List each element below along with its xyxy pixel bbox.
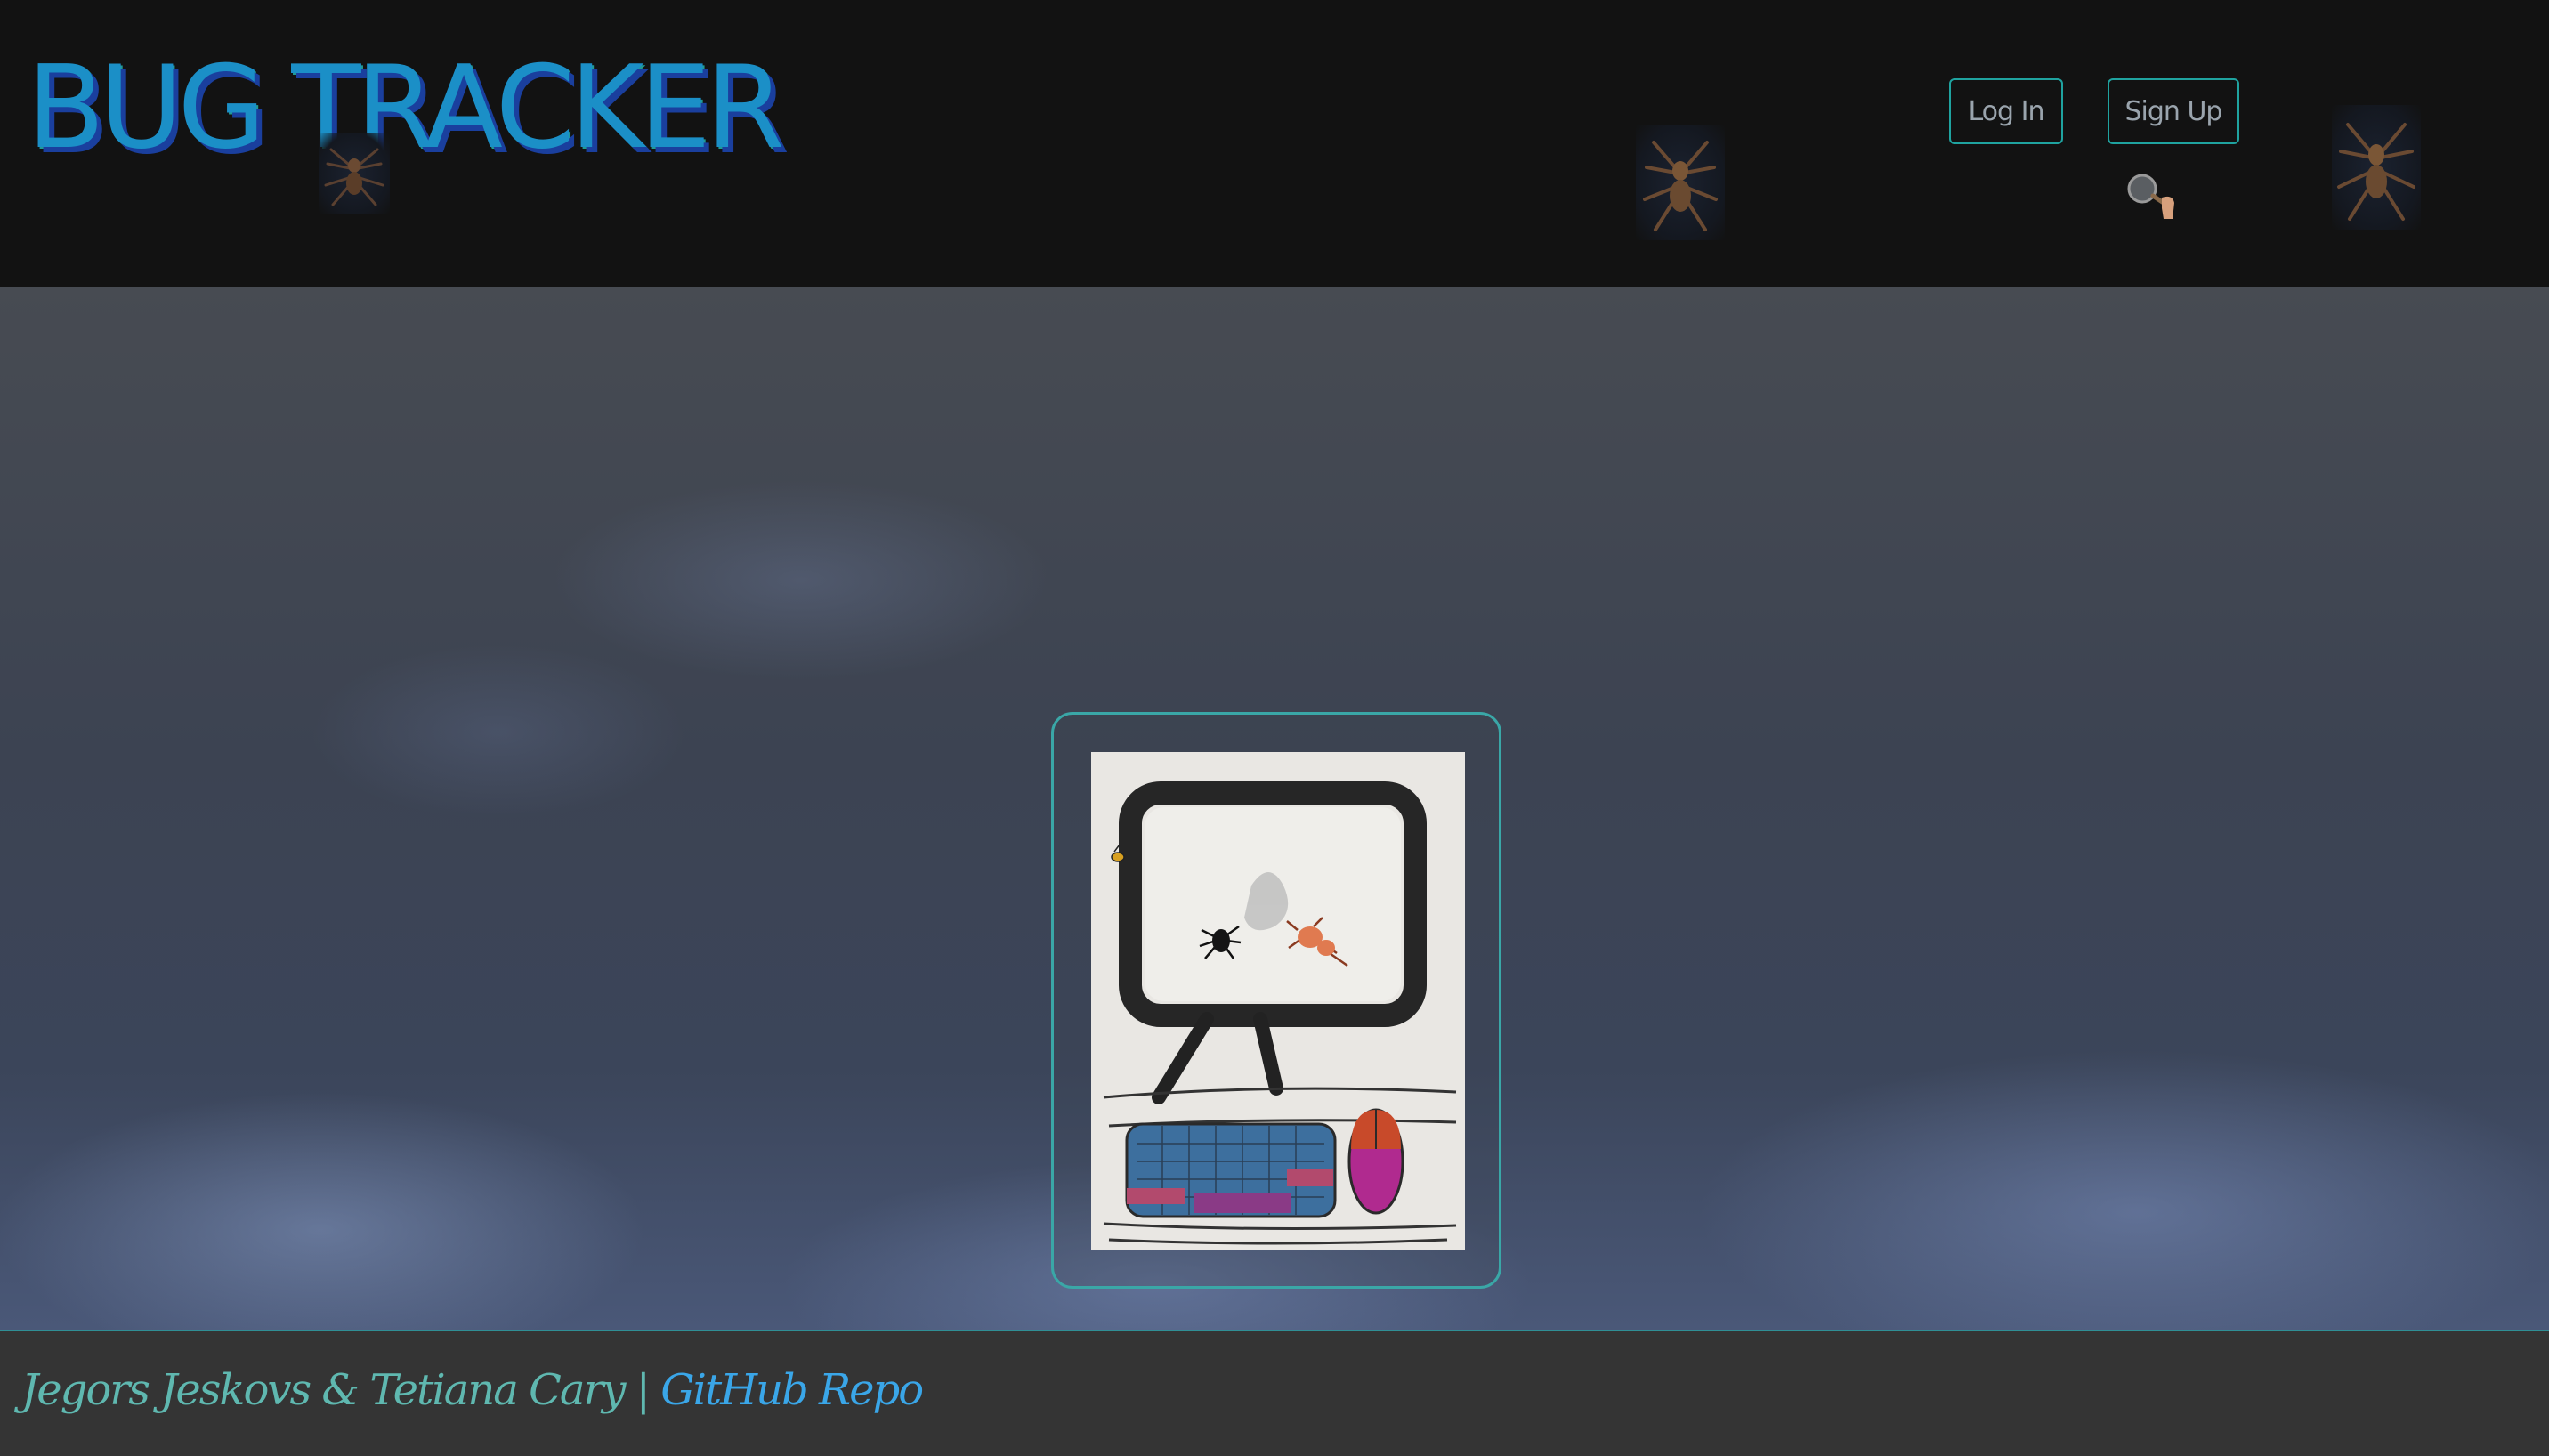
footer-separator: | [635, 1365, 651, 1415]
main-content [0, 287, 2549, 1330]
login-button[interactable]: Log In [1949, 78, 2063, 144]
footer-credits: Jegors Jeskovs & Tetiana Cary | GitHub R… [21, 1365, 924, 1415]
spider-icon [319, 133, 390, 214]
github-repo-link[interactable]: GitHub Repo [660, 1365, 924, 1415]
hero-card [1051, 712, 1501, 1289]
brand-title[interactable]: BUG TRACKER [27, 52, 785, 166]
spider-icon [1636, 125, 1725, 240]
header: BUG TRACKER Log In Sign Up [0, 0, 2549, 287]
footer: Jegors Jeskovs & Tetiana Cary | GitHub R… [0, 1330, 2549, 1456]
signup-button[interactable]: Sign Up [2108, 78, 2239, 144]
bug-drawing-image [1091, 752, 1465, 1250]
footer-authors: Jegors Jeskovs & Tetiana Cary [21, 1365, 627, 1415]
magnifying-glass-icon [2123, 167, 2180, 221]
spider-icon [2332, 105, 2421, 230]
